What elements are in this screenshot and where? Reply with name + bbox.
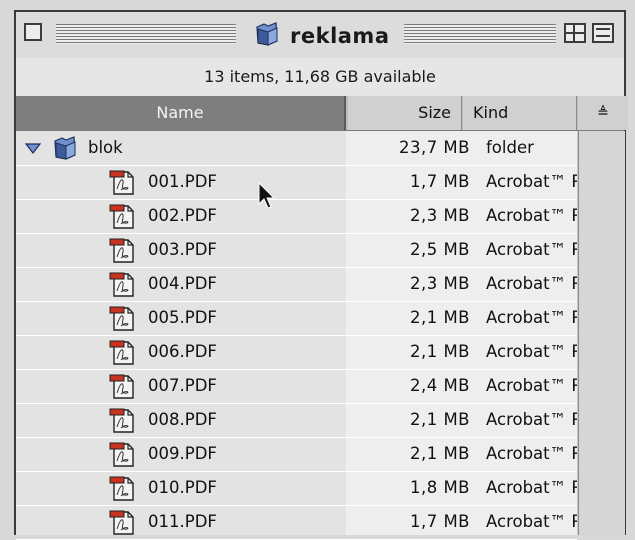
file-kind: Acrobat™ R	[486, 478, 577, 497]
folder-kind: folder	[486, 138, 534, 157]
zoom-box[interactable]	[564, 23, 586, 43]
pdf-document-icon	[109, 340, 134, 365]
title-bar[interactable]: reklama	[16, 12, 624, 59]
pdf-document-icon	[109, 442, 134, 467]
file-kind: Acrobat™ R	[486, 410, 577, 429]
list-item[interactable]: 010.PDF 1,8 MB Acrobat™ R	[16, 471, 577, 506]
list-item[interactable]: 009.PDF 2,1 MB Acrobat™ R	[16, 437, 577, 472]
file-name: 005.PDF	[148, 308, 217, 327]
pdf-document-icon	[109, 510, 134, 535]
file-name: 009.PDF	[148, 444, 217, 463]
folder-size: 23,7 MB	[398, 138, 470, 157]
file-name: 001.PDF	[148, 172, 217, 191]
file-kind: Acrobat™ R	[486, 376, 577, 395]
file-kind: Acrobat™ R	[486, 274, 577, 293]
file-name: 006.PDF	[148, 342, 217, 361]
finder-window: reklama 13 items, 11,68 GB available Nam…	[14, 10, 628, 540]
list-item[interactable]: 008.PDF 2,1 MB Acrobat™ R	[16, 403, 577, 438]
file-list: blok 23,7 MB folder 001.PDF 1,7 MB Acrobat…	[16, 131, 577, 540]
pdf-document-icon	[109, 306, 134, 331]
file-kind: Acrobat™ R	[486, 308, 577, 327]
file-kind: Acrobat™ R	[486, 206, 577, 225]
disclosure-triangle-icon[interactable]	[24, 139, 42, 157]
title-bar-stripes-left	[56, 24, 236, 44]
file-name: 003.PDF	[148, 240, 217, 259]
pdf-document-icon	[109, 408, 134, 433]
pdf-document-icon	[109, 374, 134, 399]
file-size: 1,7 MB	[409, 512, 470, 531]
close-box[interactable]	[24, 23, 42, 41]
pdf-document-icon	[109, 238, 134, 263]
collapse-line	[596, 28, 610, 30]
pdf-document-icon	[109, 204, 134, 229]
column-header-name[interactable]: Name	[16, 96, 346, 130]
list-item[interactable]: 005.PDF 2,1 MB Acrobat™ R	[16, 301, 577, 336]
list-item[interactable]: 004.PDF 2,3 MB Acrobat™ R	[16, 267, 577, 302]
list-item[interactable]: 003.PDF 2,5 MB Acrobat™ R	[16, 233, 577, 268]
collapse-line	[596, 35, 610, 37]
list-item[interactable]: 006.PDF 2,1 MB Acrobat™ R	[16, 335, 577, 370]
file-kind: Acrobat™ R	[486, 512, 577, 531]
file-name: 002.PDF	[148, 206, 217, 225]
folder-name: blok	[88, 138, 123, 157]
file-kind: Acrobat™ R	[486, 342, 577, 361]
pdf-document-icon	[109, 170, 134, 195]
mouse-pointer-icon	[258, 182, 276, 209]
folder-icon	[54, 136, 76, 160]
column-header-size[interactable]: Size	[348, 96, 462, 130]
pdf-document-icon	[109, 272, 134, 297]
folder-icon	[256, 22, 278, 46]
file-size: 1,8 MB	[409, 478, 470, 497]
file-name: 004.PDF	[148, 274, 217, 293]
file-size: 2,4 MB	[409, 376, 470, 395]
file-name: 007.PDF	[148, 376, 217, 395]
file-size: 2,3 MB	[409, 206, 470, 225]
title-bar-stripes-right	[404, 24, 556, 44]
list-item[interactable]: 001.PDF 1,7 MB Acrobat™ R	[16, 165, 577, 200]
column-header: Name Size Kind ≜	[16, 96, 628, 131]
window-title-group: reklama	[240, 18, 402, 50]
file-size: 2,5 MB	[409, 240, 470, 259]
file-name: 008.PDF	[148, 410, 217, 429]
file-size: 2,3 MB	[409, 274, 470, 293]
column-header-kind[interactable]: Kind	[463, 96, 577, 130]
vertical-scrollbar[interactable]	[578, 131, 625, 535]
file-kind: Acrobat™ R	[486, 240, 577, 259]
pdf-document-icon	[109, 476, 134, 501]
list-item-folder[interactable]: blok 23,7 MB folder	[16, 131, 577, 166]
file-size: 2,1 MB	[409, 308, 470, 327]
file-size: 2,1 MB	[409, 410, 470, 429]
file-kind: Acrobat™ R	[486, 444, 577, 463]
list-item[interactable]: 007.PDF 2,4 MB Acrobat™ R	[16, 369, 577, 404]
file-name: 010.PDF	[148, 478, 217, 497]
window-title: reklama	[290, 24, 390, 48]
file-kind: Acrobat™ R	[486, 172, 577, 191]
file-size: 2,1 MB	[409, 444, 470, 463]
sort-order-button[interactable]: ≜	[578, 96, 628, 130]
file-size: 1,7 MB	[409, 172, 470, 191]
collapse-box[interactable]	[592, 23, 614, 43]
list-item[interactable]: 002.PDF 2,3 MB Acrobat™ R	[16, 199, 577, 234]
file-size: 2,1 MB	[409, 342, 470, 361]
info-bar: 13 items, 11,68 GB available	[16, 58, 624, 97]
file-name: 011.PDF	[148, 512, 217, 531]
